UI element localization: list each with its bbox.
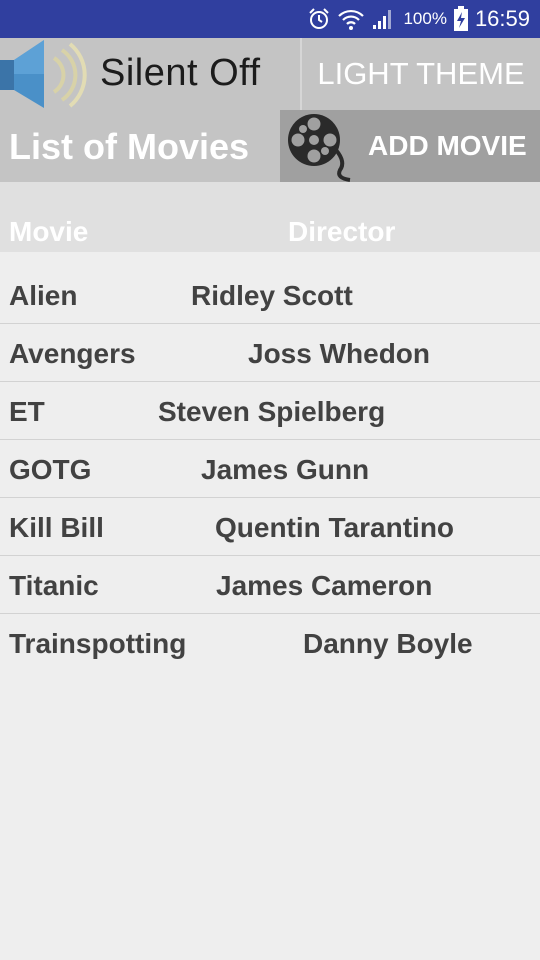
movie-title: Alien (9, 280, 78, 311)
speaker-icon (0, 38, 90, 115)
alarm-icon (307, 7, 331, 31)
status-bar: 100% 16:59 (0, 0, 540, 38)
silent-toggle-button[interactable]: Silent Off (0, 38, 300, 110)
add-movie-label: ADD MOVIE (368, 130, 527, 161)
director-column-header: Director (288, 216, 396, 247)
movie-title: Avengers (9, 338, 136, 369)
signal-icon (371, 7, 395, 31)
movie-director: Joss Whedon (248, 338, 431, 369)
table-header: Movie Director (0, 182, 540, 252)
movie-director: Quentin Tarantino (215, 512, 455, 543)
toolbar: Silent Off LIGHT THEME (0, 38, 540, 110)
movie-column-header: Movie (9, 216, 89, 247)
list-item[interactable]: Avengers Joss Whedon (0, 324, 540, 382)
light-theme-button[interactable]: LIGHT THEME (302, 38, 540, 110)
movie-director: Danny Boyle (303, 628, 473, 659)
movie-title: ET (9, 396, 45, 427)
list-item[interactable]: Trainspotting Danny Boyle (0, 614, 540, 672)
battery-percent: 100% (403, 9, 447, 28)
silent-label: Silent Off (100, 52, 261, 94)
list-item[interactable]: Alien Ridley Scott (0, 266, 540, 324)
movie-title: GOTG (9, 454, 92, 485)
movie-director: Ridley Scott (191, 280, 353, 311)
movie-director: Steven Spielberg (158, 396, 386, 427)
list-item[interactable]: GOTG James Gunn (0, 440, 540, 498)
clock: 16:59 (474, 6, 530, 31)
movie-title: Titanic (9, 570, 99, 601)
film-reel-icon (280, 110, 360, 187)
list-item[interactable]: Titanic James Cameron (0, 556, 540, 614)
page-title: List of Movies (9, 126, 250, 167)
battery-charging-icon (453, 6, 469, 32)
list-item[interactable]: ET Steven Spielberg (0, 382, 540, 440)
add-movie-button[interactable]: ADD MOVIE (280, 110, 540, 182)
movie-list: Alien Ridley Scott Avengers Joss Whedon … (0, 266, 540, 672)
title-bar: List of Movies ADD MOVIE (0, 110, 540, 182)
movie-title: Trainspotting (9, 628, 187, 659)
movie-title: Kill Bill (9, 512, 104, 543)
movie-director: James Cameron (216, 570, 433, 601)
movie-director: James Gunn (201, 454, 370, 485)
list-item[interactable]: Kill Bill Quentin Tarantino (0, 498, 540, 556)
wifi-icon (337, 7, 365, 31)
